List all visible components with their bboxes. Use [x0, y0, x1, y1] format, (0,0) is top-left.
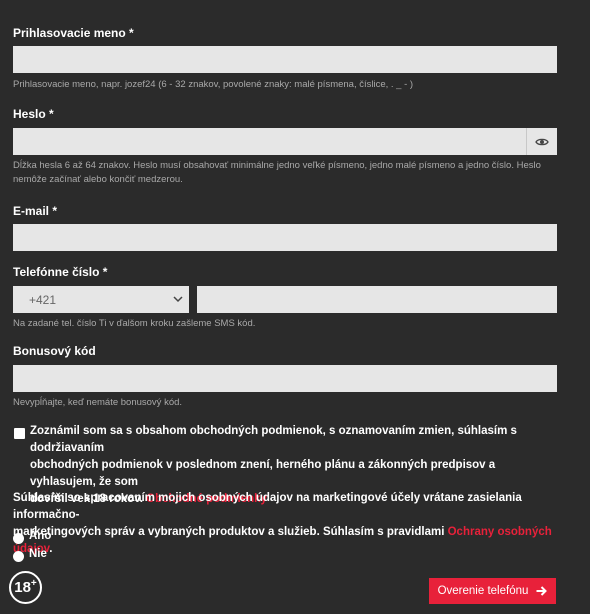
password-hint-line2: nemôže začínať alebo končiť medzerou.	[13, 174, 183, 185]
marketing-line1: Súhlasím so spracovaním mojich osobných …	[13, 492, 522, 521]
marketing-line2: marketingových správ a vybraných produkt…	[13, 524, 558, 558]
bonus-code-label: Bonusový kód	[13, 344, 96, 358]
username-label: Prihlasovacie meno *	[13, 26, 134, 40]
email-label: E-mail *	[13, 204, 58, 218]
verify-phone-label: Overenie telefónu	[437, 585, 529, 597]
verify-phone-button[interactable]: Overenie telefónu	[429, 578, 556, 604]
age-restriction-badge: 18 +	[9, 571, 42, 604]
terms-line1: Zoznámil som sa s obsahom obchodných pod…	[30, 425, 517, 454]
bonus-code-input[interactable]	[13, 365, 557, 392]
username-input[interactable]	[13, 46, 557, 73]
marketing-yes-radio[interactable]	[13, 533, 24, 544]
marketing-no-label[interactable]: Nie	[29, 548, 47, 560]
email-input[interactable]	[13, 224, 557, 251]
chevron-down-icon	[173, 296, 183, 303]
marketing-yes-label[interactable]: Áno	[29, 530, 51, 542]
eye-icon	[535, 138, 549, 145]
marketing-consent-text: Súhlasím so spracovaním mojich osobných …	[13, 490, 558, 558]
username-hint: Prihlasovacie meno, napr. jozef24 (6 - 3…	[13, 79, 414, 90]
password-input[interactable]	[13, 128, 526, 155]
age-number: 18	[14, 579, 31, 596]
phone-label: Telefónne číslo *	[13, 265, 108, 279]
marketing-line2-text: marketingových správ a vybraných produkt…	[13, 526, 445, 538]
phone-prefix-value: +421	[29, 292, 57, 307]
show-password-button[interactable]	[526, 128, 557, 155]
phone-number-input[interactable]	[197, 286, 557, 313]
terms-checkbox[interactable]	[14, 428, 25, 439]
password-hint-line1: Dĺžka hesla 6 až 64 znakov. Heslo musí o…	[13, 160, 541, 171]
marketing-suffix: .	[49, 543, 53, 555]
terms-line2: obchodných podmienok v poslednom znení, …	[30, 459, 496, 488]
phone-hint: Na zadané tel. číslo Ti v ďalšom kroku z…	[13, 318, 256, 329]
password-label: Heslo *	[13, 107, 54, 121]
marketing-no-radio[interactable]	[13, 551, 24, 562]
bonus-code-hint: Nevypĺňajte, keď nemáte bonusový kód.	[13, 397, 183, 408]
arrow-right-icon	[536, 586, 548, 596]
phone-prefix-select[interactable]: +421	[13, 286, 189, 313]
age-plus: +	[30, 578, 37, 589]
